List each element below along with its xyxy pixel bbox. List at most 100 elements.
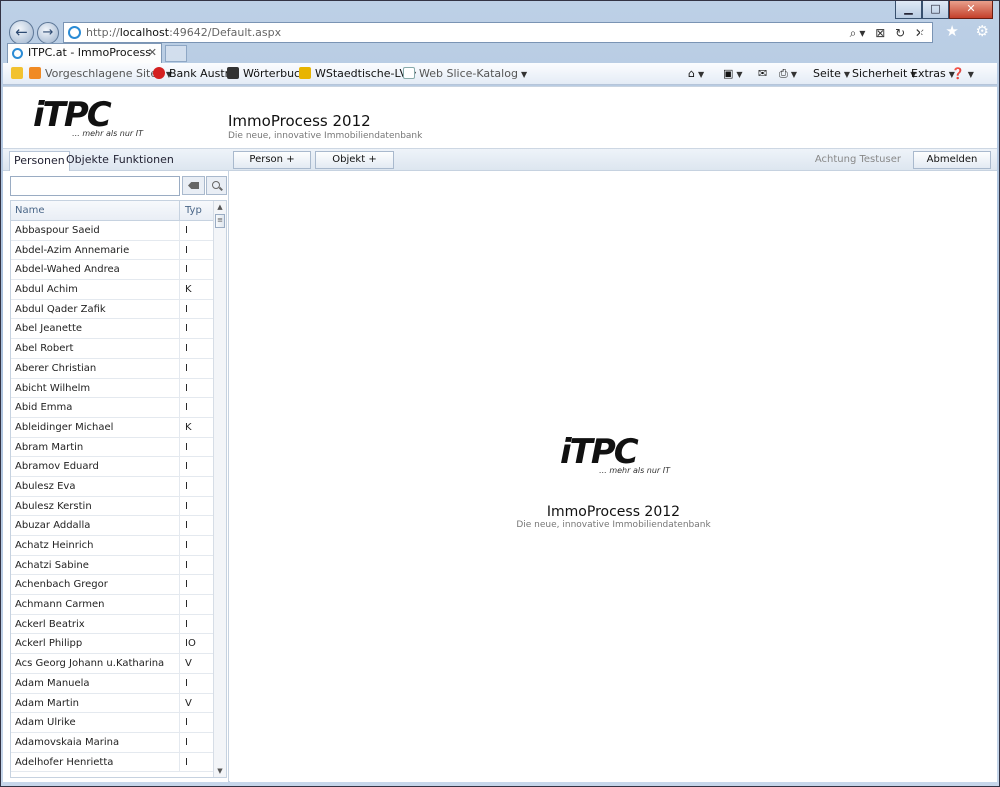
- browser-tab-active[interactable]: ITPC.at - ImmoProcess 2012 ✕: [7, 43, 162, 77]
- table-row[interactable]: Abicht Wilhelm I: [11, 378, 214, 399]
- close-window-button[interactable]: ✕: [949, 1, 993, 19]
- menu-extras[interactable]: Extras ▼: [911, 67, 955, 80]
- search-input[interactable]: [10, 176, 180, 196]
- cmd-feeds-icon[interactable]: ▣ ▼: [723, 67, 743, 80]
- tab-row: ITPC.at - ImmoProcess 2012 ✕: [7, 43, 995, 77]
- cell-name: Abdel-Wahed Andrea: [15, 264, 120, 276]
- table-row[interactable]: Abdul Achim K: [11, 280, 214, 300]
- cell-typ: V: [185, 697, 192, 709]
- table-row[interactable]: Aberer Christian I: [11, 358, 214, 379]
- scroll-thumb[interactable]: ≡: [215, 214, 225, 228]
- cell-name: Abid Emma: [15, 402, 73, 414]
- table-row[interactable]: Abbaspour Saeid I: [11, 221, 214, 241]
- address-prefix: http://: [86, 26, 120, 39]
- close-tab-icon[interactable]: ✕: [148, 44, 157, 62]
- grid-header: Name Typ: [11, 201, 214, 221]
- cell-typ: K: [185, 421, 192, 433]
- table-row[interactable]: Adam Manuela I: [11, 673, 214, 694]
- menu-sicherheit[interactable]: Sicherheit ▼: [852, 67, 916, 80]
- cell-typ: I: [185, 599, 188, 611]
- menu-seite[interactable]: Seite ▼: [813, 67, 850, 80]
- cell-typ: I: [185, 264, 188, 276]
- address-tools-icons[interactable]: ⌕▾ ⊠ ↻ ✕: [850, 24, 928, 43]
- cell-name: Abulesz Eva: [15, 480, 76, 492]
- table-row[interactable]: Achmann Carmen I: [11, 595, 214, 615]
- minimize-button[interactable]: ▁: [895, 1, 922, 19]
- table-row[interactable]: Achenbach Gregor I: [11, 575, 214, 596]
- cell-name: Achatz Heinrich: [15, 540, 94, 551]
- column-header-typ[interactable]: Typ: [185, 205, 202, 216]
- cell-typ: I: [185, 677, 188, 689]
- cmd-mail-icon[interactable]: ✉: [758, 67, 767, 80]
- scroll-down-icon[interactable]: ▼: [214, 765, 226, 777]
- table-row[interactable]: Abram Martin I: [11, 437, 214, 458]
- cell-name: Abramov Eduard: [15, 461, 99, 473]
- cell-name: Adelhofer Henrietta: [15, 756, 114, 768]
- forward-button[interactable]: →: [37, 22, 59, 44]
- home-favorites-tools-icons[interactable]: ⌂ ★ ⚙: [919, 22, 995, 40]
- cell-name: Abel Robert: [15, 343, 74, 355]
- table-row[interactable]: Abulesz Kerstin I: [11, 496, 214, 517]
- table-row[interactable]: Achatz Heinrich I: [11, 536, 214, 556]
- tab-objekte[interactable]: Objekte: [66, 153, 109, 166]
- new-tab-button[interactable]: [165, 45, 187, 62]
- table-row[interactable]: Abdel-Azim Annemarie I: [11, 240, 214, 261]
- table-row[interactable]: Abdul Qader Zafik I: [11, 299, 214, 320]
- add-person-button[interactable]: Person +: [233, 151, 311, 169]
- favorites-bar: Vorgeschlagene Sites ▼ Bank Austria Wörte…: [3, 63, 997, 85]
- cell-name: Achatzi Sabine: [15, 559, 89, 571]
- cell-typ: I: [185, 756, 188, 768]
- table-row[interactable]: Abramov Eduard I: [11, 457, 214, 477]
- search-icon[interactable]: [206, 176, 227, 195]
- tab-funktionen[interactable]: Funktionen: [113, 153, 174, 166]
- tab-personen[interactable]: Personen: [9, 151, 70, 172]
- table-row[interactable]: Adam Martin V: [11, 693, 214, 714]
- page-title: ImmoProcess 2012: [228, 112, 371, 130]
- logo-text: iTPC: [33, 95, 112, 135]
- column-header-name[interactable]: Name: [15, 205, 45, 216]
- page-viewport: iTPC ... mehr als nur IT ImmoProcess 201…: [3, 86, 997, 782]
- fav-suggested-sites[interactable]: Vorgeschlagene Sites ▼: [29, 67, 172, 80]
- table-row[interactable]: Abel Jeanette I: [11, 319, 214, 340]
- table-row[interactable]: Abulesz Eva I: [11, 476, 214, 497]
- fav-web-slice[interactable]: Web Slice-Katalog ▼: [403, 67, 527, 80]
- table-row[interactable]: Ableidinger Michael K: [11, 417, 214, 438]
- cell-typ: I: [185, 480, 188, 492]
- table-row[interactable]: Abuzar Addalla I: [11, 516, 214, 536]
- table-row[interactable]: Abel Robert I: [11, 339, 214, 359]
- table-row[interactable]: Ackerl Philipp IO: [11, 634, 214, 655]
- maximize-button[interactable]: □: [922, 1, 949, 19]
- table-row[interactable]: Abdel-Wahed Andrea I: [11, 260, 214, 281]
- table-row[interactable]: Adam Ulrike I: [11, 713, 214, 733]
- back-button[interactable]: ←: [9, 20, 34, 45]
- cell-name: Ackerl Beatrix: [15, 618, 85, 630]
- logout-button[interactable]: Abmelden: [913, 151, 991, 169]
- table-row[interactable]: Achatzi Sabine I: [11, 555, 214, 576]
- clear-search-icon[interactable]: [182, 176, 205, 195]
- cell-name: Adam Martin: [15, 697, 79, 709]
- favorites-star-icon[interactable]: [11, 67, 27, 80]
- cmd-home-icon[interactable]: ⌂ ▼: [688, 67, 704, 80]
- fav-wstaedtische[interactable]: WStaedtische-LV▼: [299, 67, 416, 80]
- table-row[interactable]: Acs Georg Johann u.Katharina V: [11, 654, 214, 674]
- cell-typ: I: [185, 225, 188, 236]
- add-objekt-button[interactable]: Objekt +: [315, 151, 394, 169]
- table-row[interactable]: Abid Emma I: [11, 398, 214, 418]
- main-logo-text: iTPC: [560, 432, 639, 472]
- table-row[interactable]: Adamovskaia Marina I: [11, 732, 214, 753]
- scroll-up-icon[interactable]: ▲: [214, 201, 226, 213]
- cell-name: Adam Manuela: [15, 677, 90, 689]
- window-caption-buttons: ▁ □ ✕: [895, 1, 993, 19]
- itpc-logo: iTPC ... mehr als nur IT: [33, 95, 153, 141]
- grid-scrollbar[interactable]: ▲ ≡ ▼: [213, 201, 226, 777]
- help-icon[interactable]: ❓ ▼: [951, 67, 974, 80]
- fav-woerterbuch[interactable]: Wörterbuch: [227, 67, 307, 80]
- cell-typ: I: [185, 323, 188, 335]
- main-subtitle: Die neue, innovative Immobiliendatenbank: [516, 520, 711, 530]
- address-bar[interactable]: http://localhost:49642/Default.aspx ⌕▾ ⊠…: [63, 22, 933, 43]
- cell-name: Abuzar Addalla: [15, 520, 91, 532]
- cmd-print-icon[interactable]: ⎙ ▼: [779, 67, 797, 81]
- table-row[interactable]: Adelhofer Henrietta I: [11, 752, 214, 773]
- cell-name: Ableidinger Michael: [15, 421, 114, 433]
- table-row[interactable]: Ackerl Beatrix I: [11, 614, 214, 635]
